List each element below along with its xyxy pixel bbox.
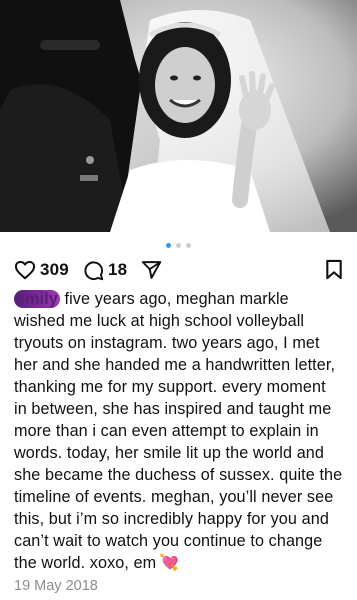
- username-link[interactable]: emily: [14, 290, 60, 308]
- heart-outline-icon: [14, 260, 36, 280]
- comment-bubble-icon: [84, 260, 104, 280]
- paper-plane-icon: [142, 261, 162, 279]
- post-image[interactable]: [0, 0, 357, 232]
- like-button[interactable]: 309: [14, 260, 69, 280]
- carousel-dot: [176, 242, 181, 248]
- wedding-photo-illustration: [0, 0, 357, 232]
- post-actions-bar: 309 18: [0, 258, 357, 282]
- caption-text: five years ago, meghan markle wished me …: [14, 290, 343, 572]
- carousel-dot: [186, 242, 191, 248]
- post-caption: emily five years ago, meghan markle wish…: [0, 282, 357, 574]
- comment-button[interactable]: 18: [83, 260, 127, 281]
- like-count[interactable]: 309: [40, 260, 69, 280]
- comment-count[interactable]: 18: [108, 260, 127, 280]
- post-date: 19 May 2018: [14, 578, 98, 594]
- share-button[interactable]: [141, 260, 162, 280]
- carousel-dot-active: [166, 242, 171, 248]
- username-text[interactable]: emily: [16, 290, 58, 308]
- bookmark-icon: [326, 259, 342, 280]
- carousel-indicator: [0, 232, 357, 258]
- heart-emoji-icon: 💘: [159, 554, 180, 572]
